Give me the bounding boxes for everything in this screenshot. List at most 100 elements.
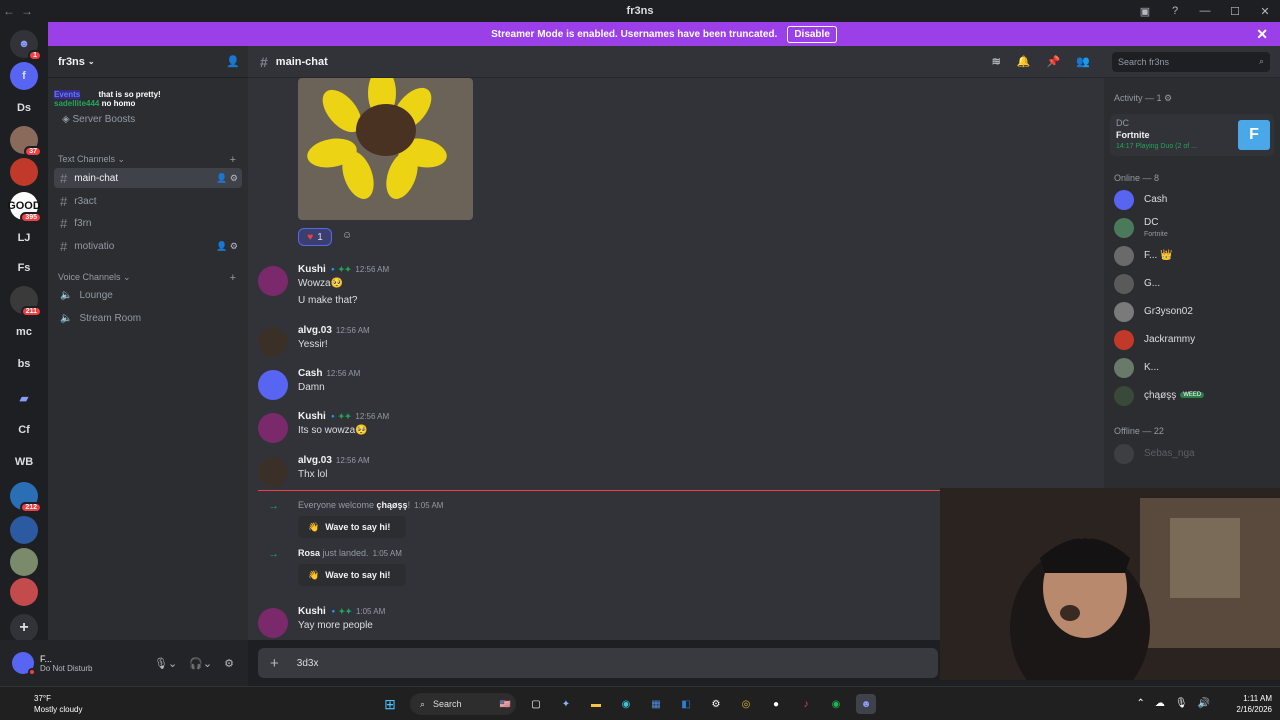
server-icon[interactable] — [10, 158, 38, 186]
task-view-icon[interactable]: ▢ — [526, 694, 546, 714]
avatar[interactable] — [1114, 386, 1134, 406]
microphone-icon[interactable]: 🎙⌄ — [154, 657, 177, 670]
voice-channels-category[interactable]: Voice Channels ⌄ + — [58, 272, 240, 284]
avatar[interactable] — [1114, 302, 1134, 322]
add-attachment-icon[interactable]: + — [270, 655, 279, 672]
member-item[interactable]: Fortnite DC — [1114, 217, 1274, 239]
avatar[interactable] — [1114, 218, 1134, 238]
server-icon[interactable]: WB — [10, 448, 38, 476]
invite-icon[interactable]: 👤 — [226, 55, 240, 68]
channel-settings-icon[interactable]: 👤 ⚙ — [216, 173, 238, 184]
server-icon[interactable] — [10, 548, 38, 576]
channel-f3rn[interactable]: # f3rn — [54, 213, 242, 233]
channel-r3act[interactable]: # r3act — [54, 191, 242, 211]
server-icon[interactable]: mc — [10, 318, 38, 346]
add-reaction-icon[interactable]: ☺ — [342, 230, 352, 241]
store-icon[interactable]: ▦ — [646, 694, 666, 714]
discord-icon[interactable]: ☻ — [856, 694, 876, 714]
folder-icon[interactable]: ▰ — [10, 384, 38, 412]
member-list-icon[interactable]: 👥 — [1076, 55, 1090, 68]
tiktok-icon[interactable]: ♪ — [796, 694, 816, 714]
avatar[interactable] — [1114, 274, 1134, 294]
member-item[interactable]: Jackrammy — [1114, 329, 1274, 351]
system-user[interactable]: çhąøşş — [377, 500, 408, 510]
voice-channel[interactable]: 🔈 Stream Room — [54, 308, 242, 328]
server-icon[interactable]: LJ — [10, 224, 38, 252]
member-item[interactable]: F... 👑 — [1114, 245, 1274, 267]
windows-start-icon[interactable]: ⊞ — [380, 694, 400, 714]
close-icon[interactable]: ✕ — [1256, 26, 1268, 43]
text-channels-category[interactable]: Text Channels ⌄ + — [58, 154, 240, 166]
avatar[interactable] — [1114, 190, 1134, 210]
add-channel-icon[interactable]: + — [230, 272, 236, 284]
wave-button[interactable]: 👋 Wave to say hi! — [298, 564, 406, 586]
network-icon[interactable]: ☁ — [1155, 698, 1165, 709]
threads-icon[interactable]: ≋ — [992, 55, 1001, 68]
avatar[interactable] — [258, 327, 288, 357]
channel-settings-icon[interactable]: 👤 ⚙ — [216, 241, 238, 252]
heart-reaction[interactable]: ♥ 1 — [298, 228, 332, 246]
channel-main-chat[interactable]: # main-chat 👤 ⚙ — [54, 168, 242, 188]
clock[interactable]: 1:11 AM 2/16/2026 — [1236, 693, 1272, 715]
avatar[interactable] — [1114, 330, 1134, 350]
server-boosts[interactable]: ◈ Server Boosts — [62, 114, 135, 125]
spotify-icon[interactable]: ◉ — [826, 694, 846, 714]
mic-icon[interactable]: 🎙 — [1175, 698, 1188, 709]
server-icon[interactable]: Fs — [10, 254, 38, 282]
server-icon[interactable]: bs — [10, 350, 38, 378]
server-icon[interactable]: Cf — [10, 416, 38, 444]
chrome-icon[interactable]: ◎ — [736, 694, 756, 714]
server-icon[interactable]: 37 — [10, 126, 42, 157]
obs-icon[interactable]: ● — [766, 694, 786, 714]
avatar[interactable] — [258, 266, 288, 296]
server-icon[interactable]: 212 — [10, 482, 42, 513]
speaker-icon[interactable]: 🔊 — [1198, 698, 1210, 709]
avatar[interactable] — [258, 608, 288, 638]
help-icon[interactable]: ? — [1160, 0, 1190, 22]
file-explorer-icon[interactable]: ▬ — [586, 694, 606, 714]
avatar[interactable] — [1114, 358, 1134, 378]
message-author[interactable]: alvg.03 — [298, 455, 332, 466]
copilot-icon[interactable]: ✦ — [556, 694, 576, 714]
headphones-icon[interactable]: 🎧⌄ — [189, 657, 212, 670]
sunflower-image-attachment[interactable] — [298, 78, 473, 220]
system-user[interactable]: Rosa — [298, 548, 320, 558]
taskbar-search[interactable]: ⌕ Search 🇺🇸 — [410, 693, 516, 715]
server-icon[interactable]: GOOD 395 — [7, 192, 42, 223]
edge-icon[interactable]: ◉ — [616, 694, 636, 714]
server-icon[interactable] — [10, 578, 38, 606]
avatar[interactable] — [12, 652, 36, 676]
message-composer[interactable]: + 3d3x — [258, 648, 938, 678]
member-item[interactable]: K... — [1114, 357, 1274, 379]
server-icon[interactable]: Ds — [10, 94, 38, 122]
member-item[interactable]: Sebas_nga — [1114, 443, 1274, 465]
avatar[interactable] — [258, 457, 288, 487]
voice-channel[interactable]: 🔈 Lounge — [54, 285, 242, 305]
message-author[interactable]: Cash — [298, 368, 322, 379]
weather-widget[interactable]: 37°F Mostly cloudy — [12, 693, 82, 715]
server-icon[interactable]: 211 — [10, 286, 42, 317]
avatar[interactable] — [1114, 444, 1134, 464]
disable-button[interactable]: Disable — [787, 25, 837, 43]
wave-button[interactable]: 👋 Wave to say hi! — [298, 516, 406, 538]
avatar[interactable] — [258, 413, 288, 443]
settings-gear-icon[interactable]: ⚙ — [224, 657, 234, 670]
message-author[interactable]: alvg.03 — [298, 325, 332, 336]
minimize-button[interactable]: — — [1190, 0, 1220, 22]
discord-home-icon[interactable]: ☻ 1 — [10, 30, 42, 61]
member-item[interactable]: Cash — [1114, 189, 1274, 211]
inbox-icon[interactable]: ▣ — [1130, 0, 1160, 22]
avatar[interactable] — [258, 370, 288, 400]
server-header[interactable]: fr3ns ⌄ 👤 — [48, 46, 248, 78]
message-author[interactable]: Kushi — [298, 606, 326, 617]
outlook-icon[interactable]: ◧ — [676, 694, 696, 714]
add-channel-icon[interactable]: + — [230, 154, 236, 166]
add-server-icon[interactable]: + — [10, 614, 38, 642]
close-window-button[interactable]: ✕ — [1250, 0, 1280, 22]
chevron-up-icon[interactable]: ⌃ — [1136, 698, 1144, 709]
pin-icon[interactable]: 📌 — [1047, 55, 1061, 68]
member-item[interactable]: G... — [1114, 273, 1274, 295]
member-item[interactable]: Gr3yson02 — [1114, 301, 1274, 323]
message-author[interactable]: Kushi — [298, 264, 326, 275]
notification-bell-icon[interactable]: 🔔 — [1017, 55, 1031, 68]
